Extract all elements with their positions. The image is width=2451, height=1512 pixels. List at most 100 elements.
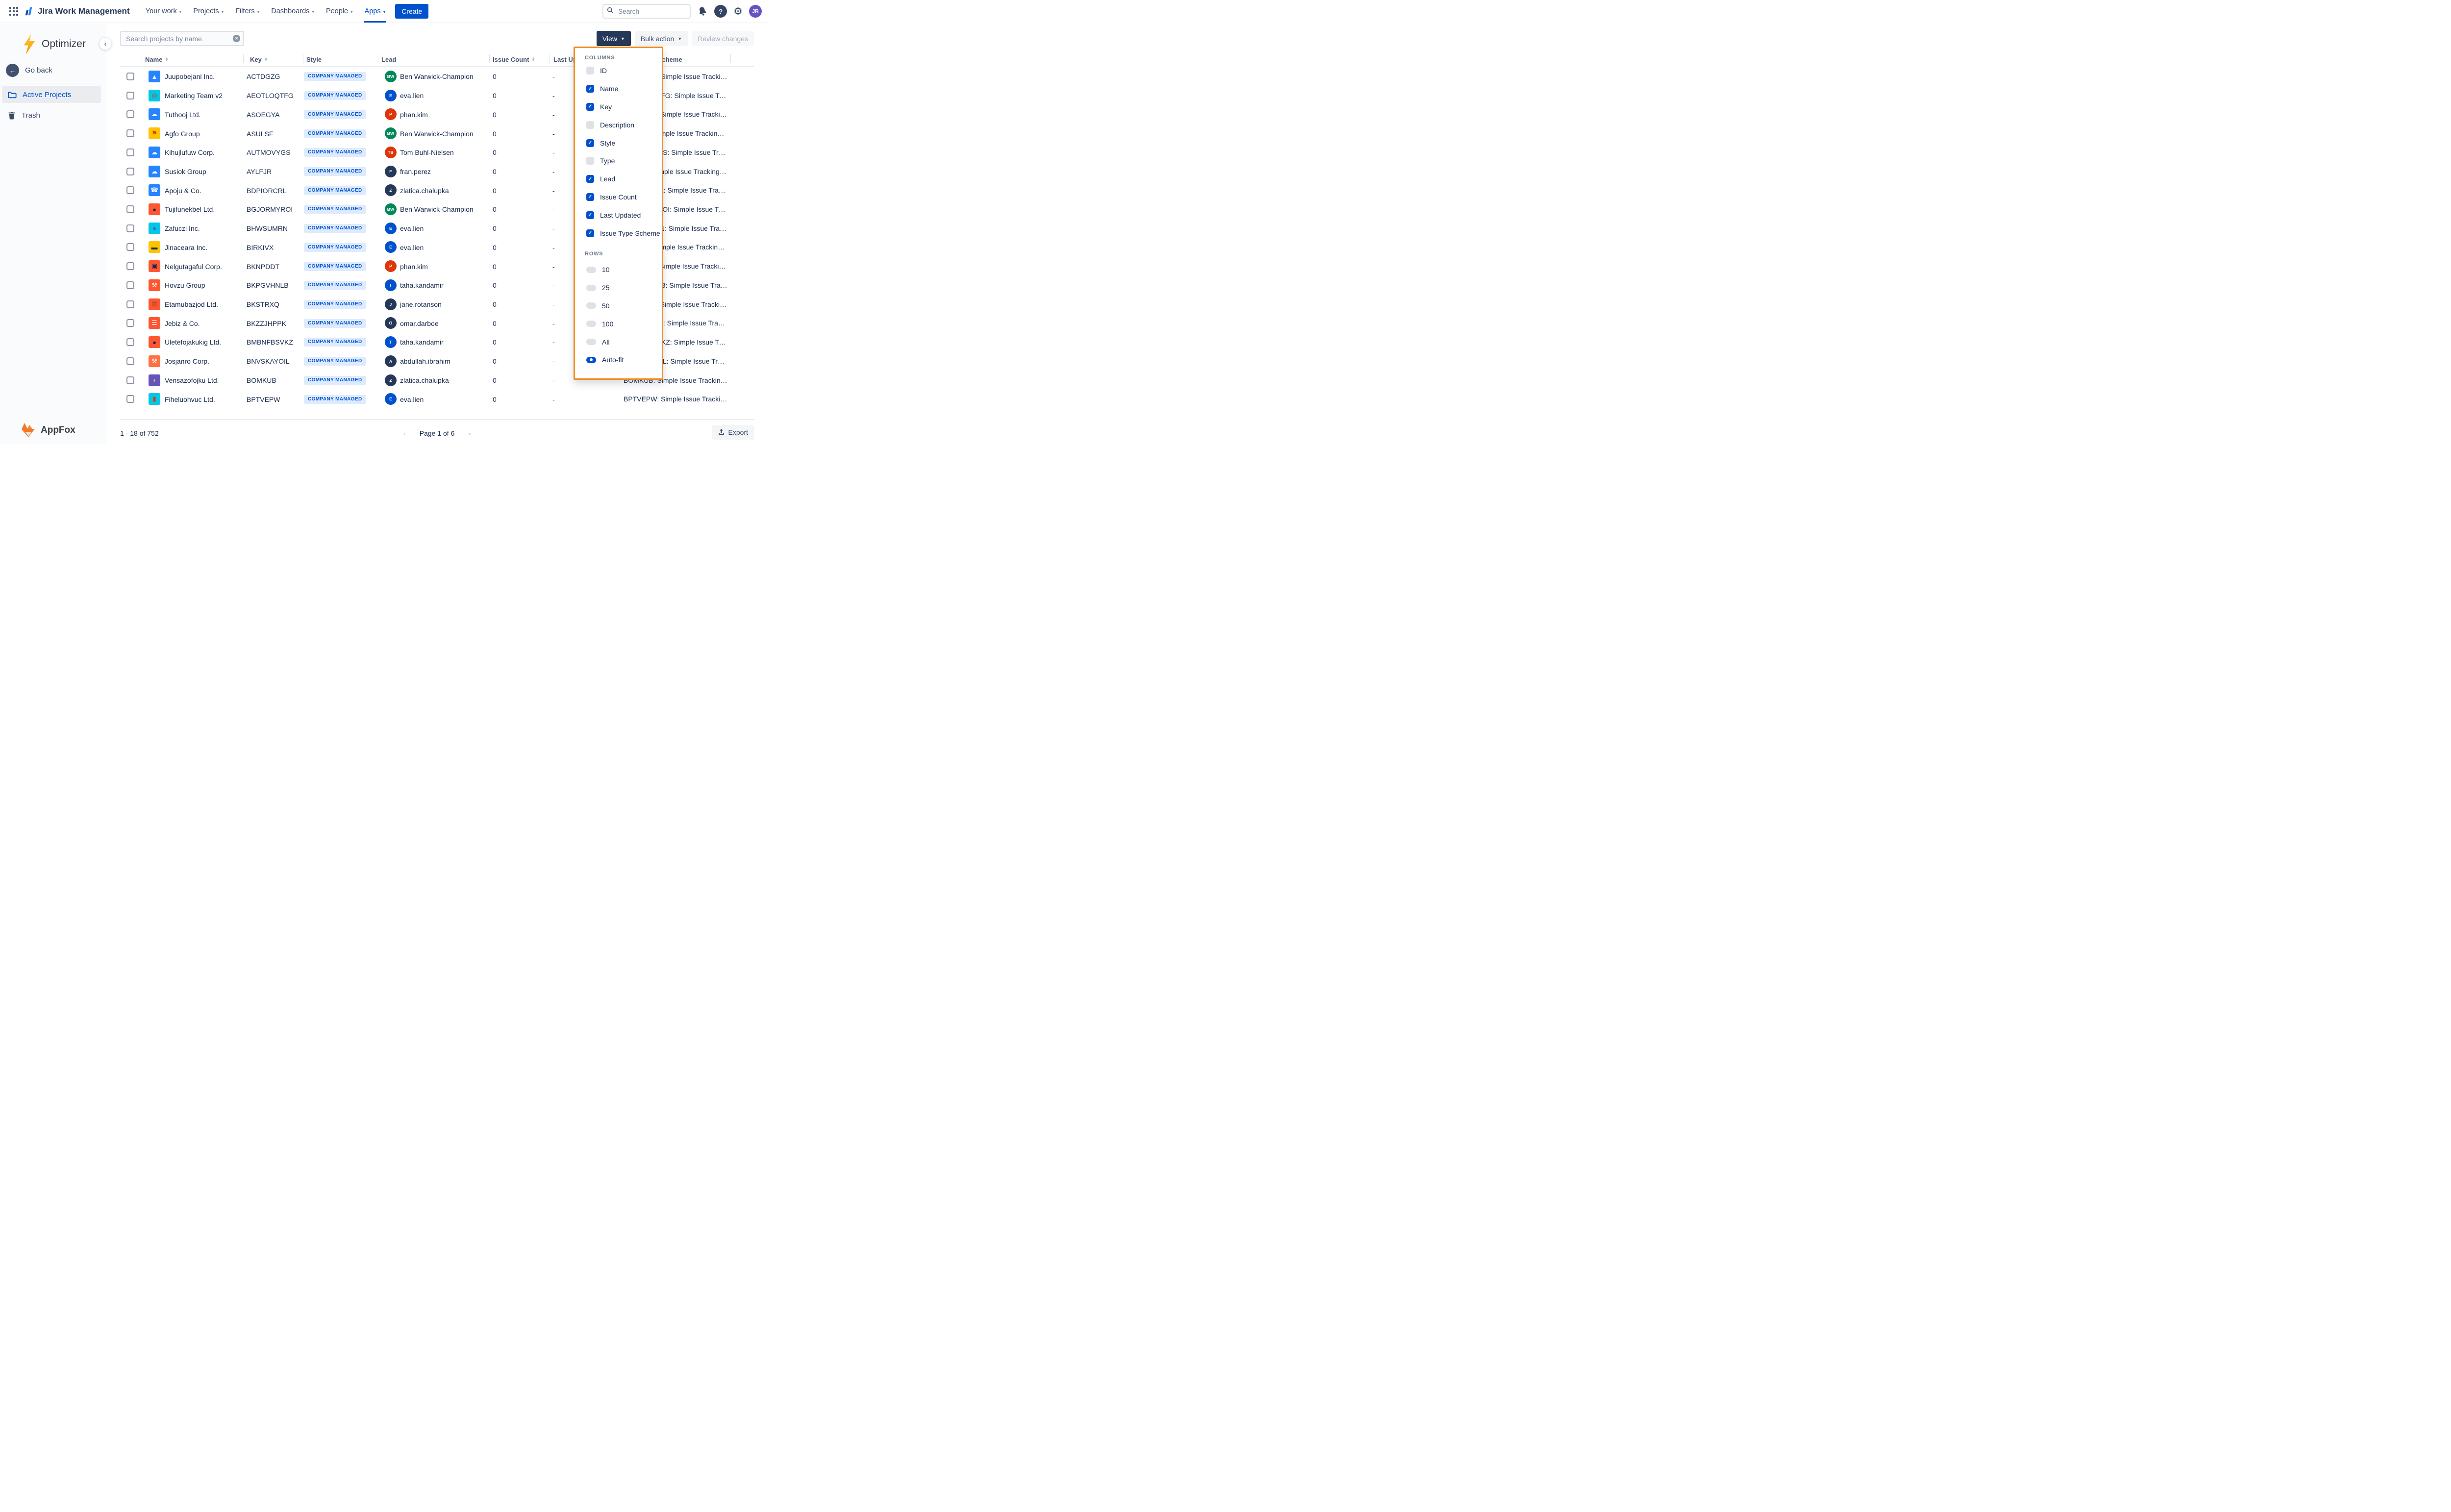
row-checkbox[interactable]: [126, 338, 134, 346]
view-button[interactable]: View▼: [597, 31, 631, 46]
lead-avatar: E: [385, 223, 397, 234]
project-name-link[interactable]: Tujifunekbel Ltd.: [165, 200, 215, 219]
column-toggle-last-updated[interactable]: ✓Last Updated: [575, 206, 662, 224]
project-name-link[interactable]: Vensazofojku Ltd.: [165, 371, 219, 390]
row-checkbox[interactable]: [126, 319, 134, 327]
mountain-icon: ▲: [149, 71, 160, 82]
sidebar-item-trash[interactable]: Trash: [2, 107, 101, 124]
nav-item-apps[interactable]: Apps▾: [360, 0, 391, 23]
column-header-name[interactable]: Name▲▼: [145, 53, 169, 65]
nav-item-filters[interactable]: Filters▾: [230, 0, 264, 23]
project-name-link[interactable]: Uletefojakukig Ltd.: [165, 333, 221, 352]
go-back-button[interactable]: ← Go back: [6, 64, 52, 77]
nav-item-your-work[interactable]: Your work▾: [141, 0, 186, 23]
create-button[interactable]: Create: [395, 4, 428, 19]
column-header-issue-count[interactable]: Issue Count▲▼: [493, 53, 535, 65]
row-checkbox[interactable]: [126, 149, 134, 156]
row-checkbox[interactable]: [126, 110, 134, 118]
notifications-bell-icon[interactable]: [696, 5, 709, 18]
column-toggle-name[interactable]: ✓Name: [575, 80, 662, 98]
project-key: BKNPDDT: [247, 257, 279, 276]
sidebar-item-active-projects[interactable]: Active Projects: [2, 86, 101, 103]
project-name-link[interactable]: Josjanro Corp.: [165, 352, 209, 371]
column-header-key[interactable]: Key▲▼: [250, 53, 268, 65]
column-header-style[interactable]: Style: [306, 53, 322, 65]
project-name-link[interactable]: Juupobejani Inc.: [165, 67, 215, 86]
row-checkbox[interactable]: [126, 243, 134, 251]
row-checkbox[interactable]: [126, 376, 134, 384]
last-updated: -: [552, 219, 555, 238]
column-toggle-type[interactable]: Type: [575, 152, 662, 170]
row-checkbox[interactable]: [126, 224, 134, 232]
project-name-link[interactable]: Etamubazjod Ltd.: [165, 295, 218, 314]
column-toggle-key[interactable]: ✓Key: [575, 98, 662, 116]
export-button[interactable]: Export: [712, 425, 754, 440]
crystal-ball-icon: ●: [149, 223, 160, 234]
column-toggle-description[interactable]: Description: [575, 116, 662, 134]
row-checkbox[interactable]: [126, 281, 134, 289]
settings-gear-icon[interactable]: ⚙: [733, 6, 743, 17]
project-search-input[interactable]: [120, 31, 244, 46]
previous-page-arrow-icon[interactable]: ←: [402, 429, 410, 438]
project-name-link[interactable]: Hovzu Group: [165, 276, 205, 295]
column-header-label: Name: [145, 56, 162, 63]
rows-option-all[interactable]: All: [575, 333, 662, 351]
project-name-link[interactable]: Jinaceara Inc.: [165, 238, 207, 257]
row-checkbox[interactable]: [126, 357, 134, 365]
project-name-link[interactable]: Fiheluohvuc Ltd.: [165, 390, 215, 409]
nav-item-label: People: [326, 7, 348, 15]
row-checkbox[interactable]: [126, 129, 134, 137]
project-name-link[interactable]: Nelgutagaful Corp.: [165, 257, 222, 276]
project-name-link[interactable]: Zafuczi Inc.: [165, 219, 200, 238]
column-toggle-style[interactable]: ✓Style: [575, 134, 662, 152]
column-toggle-issue-count[interactable]: ✓Issue Count: [575, 188, 662, 206]
row-checkbox[interactable]: [126, 300, 134, 308]
app-switcher-icon[interactable]: [7, 4, 21, 18]
project-name-link[interactable]: Susiok Group: [165, 162, 206, 181]
main-content: ✕ View▼ Bulk action▼ Review changes Name…: [105, 23, 769, 445]
project-name-link[interactable]: Tuthooj Ltd.: [165, 105, 200, 124]
rows-option-auto-fit[interactable]: Auto-fit: [575, 351, 662, 369]
row-checkbox[interactable]: [126, 186, 134, 194]
global-search-input[interactable]: [602, 4, 691, 19]
next-page-arrow-icon[interactable]: →: [464, 429, 472, 438]
table-row: ☰Etamubazjod Ltd.BKSTRXQCOMPANY MANAGEDJ…: [105, 295, 769, 314]
sort-arrows-icon[interactable]: ▲▼: [264, 57, 268, 62]
project-name-link[interactable]: Agfo Group: [165, 124, 200, 143]
bulk-action-button[interactable]: Bulk action▼: [635, 31, 688, 46]
row-checkbox[interactable]: [126, 92, 134, 99]
rows-option-10[interactable]: 10: [575, 261, 662, 279]
project-icon-glyph: ☁: [151, 110, 158, 118]
nav-item-dashboards[interactable]: Dashboards▾: [266, 0, 319, 23]
sidebar-collapse-button[interactable]: ‹: [99, 37, 112, 50]
project-name-link[interactable]: Apoju & Co.: [165, 181, 201, 200]
lead-avatar: E: [385, 90, 397, 101]
rows-option-100[interactable]: 100: [575, 315, 662, 333]
row-checkbox[interactable]: [126, 73, 134, 80]
rows-option-50[interactable]: 50: [575, 297, 662, 315]
cloud-icon: ☁: [149, 108, 160, 120]
sort-arrows-icon[interactable]: ▲▼: [531, 57, 535, 62]
column-header-lead[interactable]: Lead: [381, 53, 396, 65]
help-icon[interactable]: ?: [714, 5, 727, 18]
row-checkbox[interactable]: [126, 395, 134, 403]
project-name-link[interactable]: Jebiz & Co.: [165, 314, 200, 333]
row-checkbox[interactable]: [126, 168, 134, 175]
column-toggle-label: Description: [600, 121, 634, 129]
sort-arrows-icon[interactable]: ▲▼: [165, 57, 168, 62]
column-toggle-id[interactable]: ID: [575, 62, 662, 80]
column-toggle-issue-type-scheme[interactable]: ✓Issue Type Scheme: [575, 224, 662, 242]
rows-option-25[interactable]: 25: [575, 279, 662, 297]
nav-item-projects[interactable]: Projects▾: [188, 0, 228, 23]
row-checkbox[interactable]: [126, 205, 134, 213]
row-checkbox[interactable]: [126, 262, 134, 270]
issue-count: 0: [493, 124, 497, 143]
nav-item-people[interactable]: People▾: [321, 0, 358, 23]
project-name-link[interactable]: Kihujlufuw Corp.: [165, 143, 215, 162]
clear-search-icon[interactable]: ✕: [233, 35, 240, 42]
user-avatar[interactable]: JR: [749, 5, 762, 18]
project-name-link[interactable]: Marketing Team v2: [165, 86, 223, 105]
jira-brand[interactable]: Jira Work Management: [24, 6, 130, 17]
issue-count: 0: [493, 371, 497, 390]
column-toggle-lead[interactable]: ✓Lead: [575, 170, 662, 188]
